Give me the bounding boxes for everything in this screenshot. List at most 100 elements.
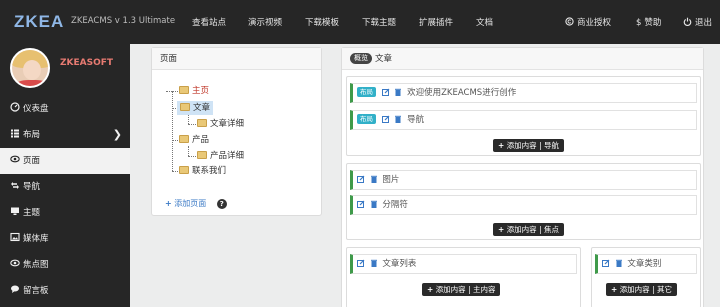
dollar-icon: $ <box>636 18 642 28</box>
sidebar-item-media[interactable]: 媒体库 <box>0 226 130 252</box>
edit-icon[interactable] <box>602 259 610 267</box>
avatar[interactable] <box>10 48 50 88</box>
dashboard-icon <box>10 102 20 112</box>
delete-icon[interactable] <box>394 88 402 96</box>
plus-icon: + <box>165 199 172 208</box>
version-label: ZKEACMS v 1.3 Ultimate <box>71 16 176 26</box>
pages-panel-title: 页面 <box>152 48 321 70</box>
tree-node-article-detail[interactable]: 文章详细 <box>197 117 244 131</box>
edit-icon[interactable] <box>357 175 365 183</box>
widget-title: 欢迎使用ZKEACMS进行创作 <box>407 88 517 98</box>
widget-item[interactable]: 布局 欢迎使用ZKEACMS进行创作 <box>350 83 697 103</box>
chevron-right-icon: ❯ <box>112 128 122 141</box>
sidebar-item-label: 主题 <box>23 208 41 218</box>
nav-demo-video[interactable]: 演示视频 <box>248 16 282 28</box>
logout-link[interactable]: 退出 <box>683 16 712 28</box>
nav-download-template[interactable]: 下载模板 <box>305 16 339 28</box>
sidebar-item-label: 导航 <box>23 182 41 192</box>
add-content-button[interactable]: + 添加内容 | 焦点 <box>493 223 564 236</box>
tree-node-contact[interactable]: 联系我们 <box>179 164 226 178</box>
delete-icon[interactable] <box>615 259 623 267</box>
sidebar-item-pages[interactable]: 页面 <box>0 148 130 174</box>
widget-title: 文章类别 <box>627 259 662 269</box>
sponsor-link[interactable]: $ 赞助 <box>636 16 661 28</box>
tree-node-product-detail[interactable]: 产品详细 <box>197 149 244 163</box>
eye-icon <box>10 155 20 163</box>
tree-node-articles[interactable]: 文章 <box>177 101 214 115</box>
brand-logo[interactable]: ZKEA <box>14 12 64 32</box>
folder-icon <box>197 119 207 127</box>
navigation-icon <box>11 182 19 189</box>
zone-navigation: 布局 欢迎使用ZKEACMS进行创作 布局 导航 + 添加内容 | 导航 <box>346 76 701 156</box>
power-icon <box>683 17 692 26</box>
preview-badge[interactable]: 概览 <box>350 53 372 64</box>
delete-icon[interactable] <box>370 175 378 183</box>
sponsor-label: 赞助 <box>644 18 662 28</box>
top-navbar: ZKEA ZKEACMS v 1.3 Ultimate 查看站点 演示视频 下载… <box>0 0 720 44</box>
sidebar-item-guestbook[interactable]: 留言板 <box>0 278 130 304</box>
help-icon[interactable]: ? <box>216 199 227 209</box>
sidebar: ZKEASOFT 仪表盘 布局 ❯ 页面 导航 主题 媒体库 焦点图 留言板 <box>0 44 130 307</box>
delete-icon[interactable] <box>370 200 378 208</box>
sidebar-menu: 仪表盘 布局 ❯ 页面 导航 主题 媒体库 焦点图 留言板 <box>0 96 130 304</box>
folder-icon <box>197 151 207 159</box>
pages-panel: 页面 主页 文章 文章详细 产品 产品详细 联系我们 + 添加页面 ? <box>151 47 322 216</box>
sidebar-item-label: 留言板 <box>23 286 49 296</box>
add-content-button[interactable]: + 添加内容 | 其它 <box>606 283 677 296</box>
plus-icon: + <box>427 285 434 294</box>
add-page-link[interactable]: + 添加页面 ? <box>165 198 227 209</box>
layout-panel-title: 文章 <box>375 54 393 64</box>
nav-extensions[interactable]: 扩展插件 <box>419 16 453 28</box>
folder-icon <box>179 135 189 143</box>
widget-title: 文章列表 <box>382 259 417 269</box>
logout-label: 退出 <box>695 18 713 28</box>
carousel-icon <box>10 259 20 267</box>
theme-icon <box>11 207 19 215</box>
widget-item[interactable]: 文章类别 <box>595 254 697 274</box>
commercial-license-label: 商业授权 <box>577 18 612 28</box>
zone-main-content: 文章列表 + 添加内容 | 主内容 <box>346 247 581 307</box>
media-icon <box>10 232 20 242</box>
sidebar-item-label: 页面 <box>23 156 41 166</box>
folder-icon <box>180 103 190 111</box>
commercial-license-link[interactable]: 商业授权 <box>565 16 611 28</box>
add-content-button[interactable]: + 添加内容 | 导航 <box>493 139 564 152</box>
edit-icon[interactable] <box>357 200 365 208</box>
plus-icon: + <box>498 141 505 150</box>
sidebar-item-label: 媒体库 <box>23 234 49 244</box>
sidebar-item-navigation[interactable]: 导航 <box>0 174 130 200</box>
sidebar-item-carousel[interactable]: 焦点图 <box>0 252 130 278</box>
edit-icon[interactable] <box>357 259 365 267</box>
tree-node-home[interactable]: 主页 <box>179 84 209 98</box>
username[interactable]: ZKEASOFT <box>60 58 113 68</box>
sidebar-item-label: 焦点图 <box>23 260 49 270</box>
layout-icon <box>11 129 19 138</box>
folder-icon <box>179 166 189 174</box>
edit-icon[interactable] <box>381 115 390 123</box>
edit-icon[interactable] <box>381 88 390 96</box>
sidebar-item-theme[interactable]: 主题 <box>0 200 130 226</box>
copyright-icon <box>565 17 574 26</box>
plus-icon: + <box>611 285 618 294</box>
widget-item[interactable]: 图片 <box>350 170 697 190</box>
widget-item[interactable]: 文章列表 <box>350 254 577 274</box>
widget-title: 图片 <box>382 175 400 185</box>
delete-icon[interactable] <box>370 259 378 267</box>
sidebar-item-dashboard[interactable]: 仪表盘 <box>0 96 130 122</box>
sidebar-item-layout[interactable]: 布局 ❯ <box>0 122 130 148</box>
comment-icon <box>11 285 19 293</box>
nav-docs[interactable]: 文档 <box>476 16 493 28</box>
delete-icon[interactable] <box>394 115 402 123</box>
widget-item[interactable]: 布局 导航 <box>350 110 697 130</box>
sidebar-item-label: 仪表盘 <box>23 104 49 114</box>
add-content-button[interactable]: + 添加内容 | 主内容 <box>422 283 501 296</box>
folder-icon <box>179 86 189 94</box>
widget-title: 分隔符 <box>382 200 408 210</box>
sidebar-item-label: 布局 <box>23 130 41 140</box>
nav-download-theme[interactable]: 下载主题 <box>362 16 396 28</box>
widget-item[interactable]: 分隔符 <box>350 195 697 215</box>
nav-view-site[interactable]: 查看站点 <box>192 16 226 28</box>
layout-panel: 概览 文章 布局 欢迎使用ZKEACMS进行创作 布局 导航 + 添加内容 | 导… <box>341 47 704 307</box>
layout-tag: 布局 <box>357 114 376 124</box>
tree-node-products[interactable]: 产品 <box>179 133 209 147</box>
